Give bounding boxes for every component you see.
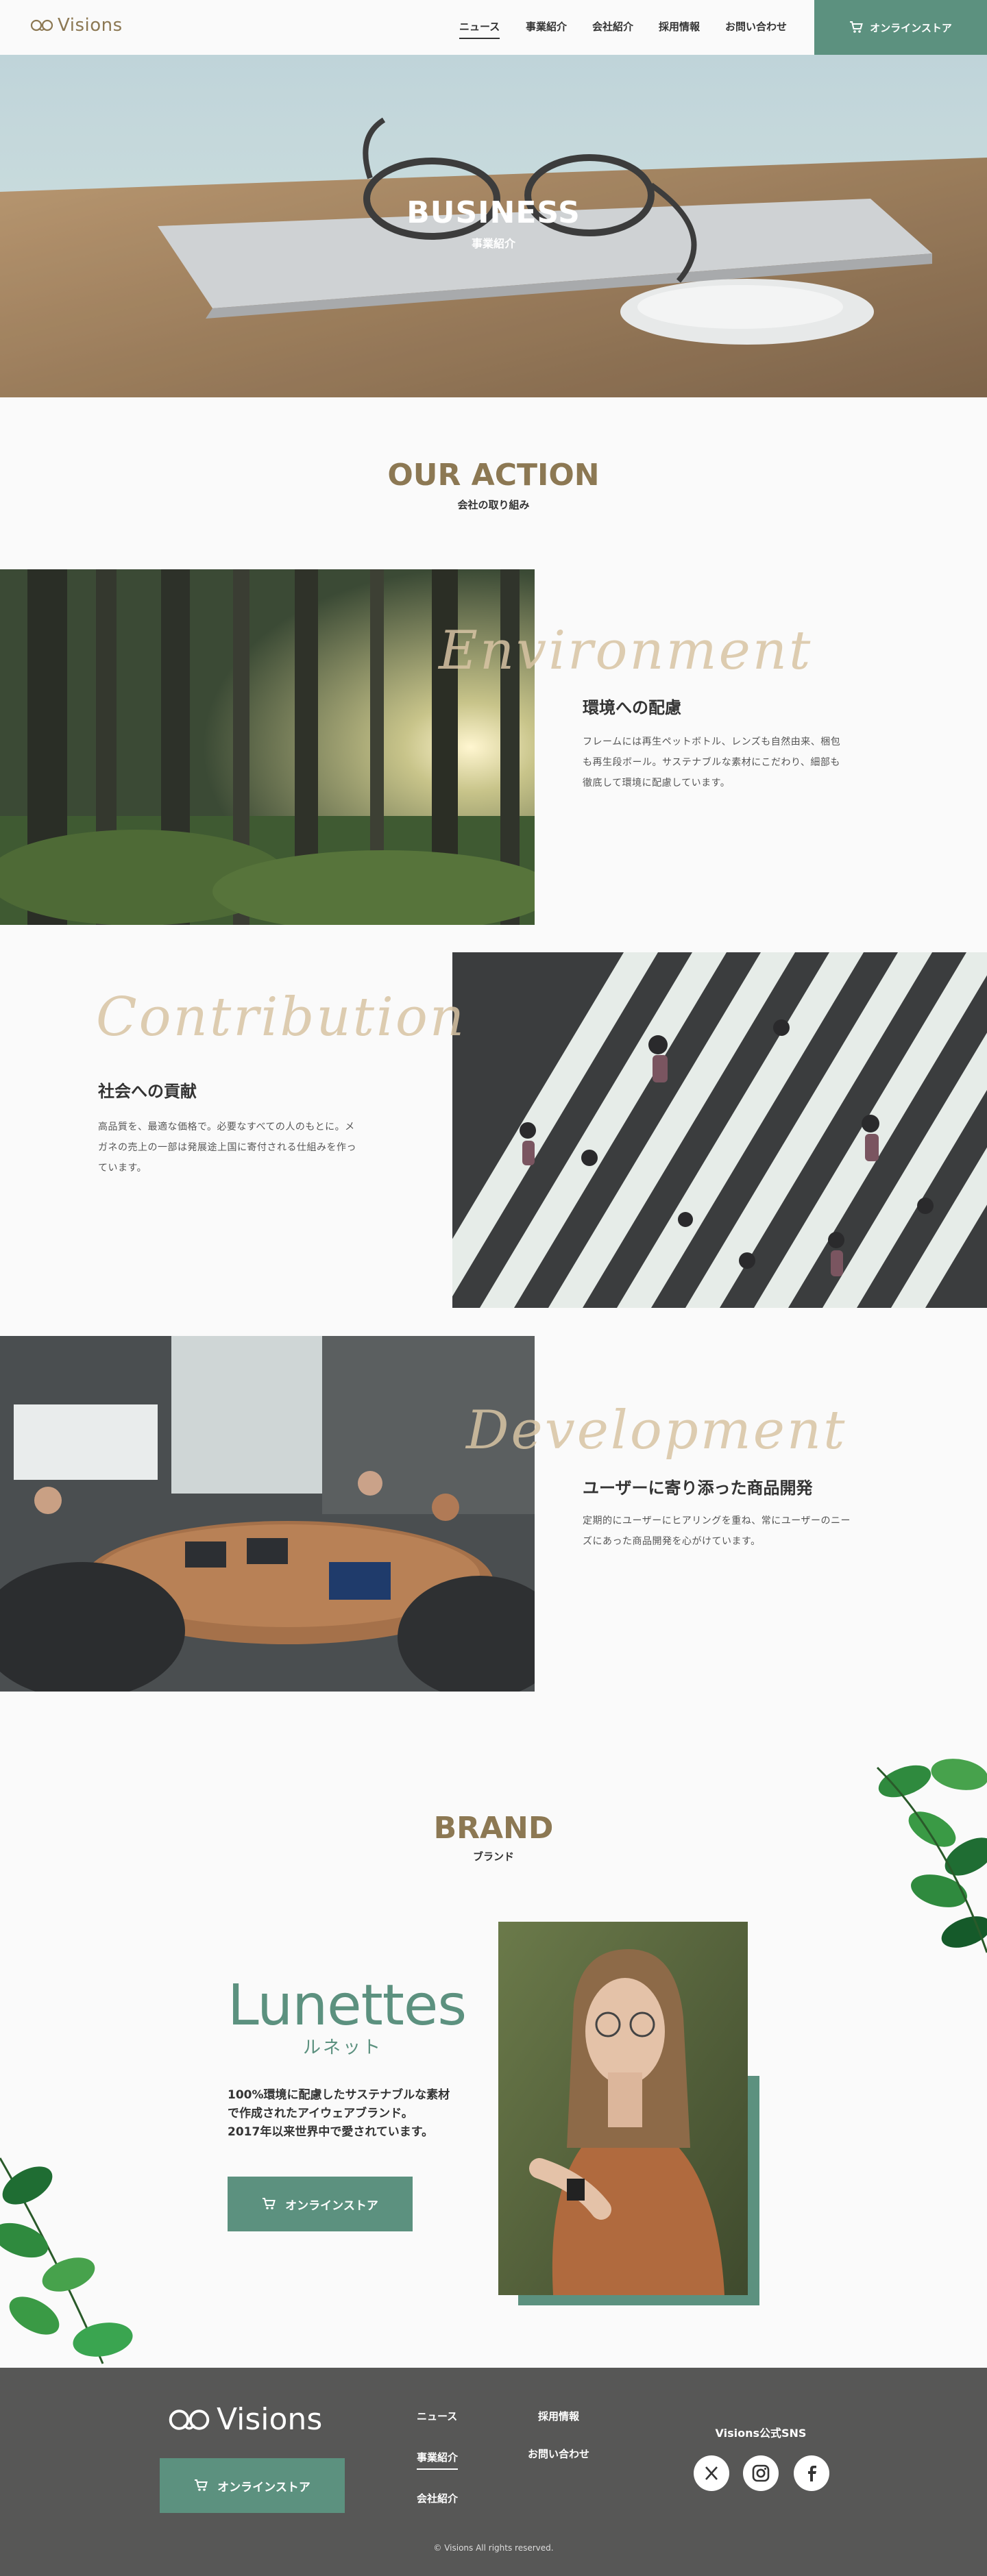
online-store-label: オンラインストア	[870, 21, 952, 34]
meeting-photo	[0, 1336, 535, 1692]
environment-text: フレームには再生ペットボトル、レンズも自然由来、梱包 も再生段ボール。サステナブ…	[583, 736, 841, 789]
copyright: © Visions All rights reserved.	[433, 2543, 554, 2553]
action-title: OUR ACTION	[387, 458, 600, 493]
environment-heading: 環境への配慮	[583, 698, 681, 717]
footer-link-business[interactable]: 事業紹介	[417, 2450, 459, 2470]
action-subtitle: 会社の取り組み	[457, 499, 530, 511]
cart-icon	[195, 2479, 208, 2491]
site-footer: Visions オンラインストア ニュース 事業紹介 会社紹介 採用情報 お問い…	[0, 2368, 987, 2576]
nav-contact[interactable]: お問い合わせ	[725, 19, 787, 38]
nav-recruit[interactable]: 採用情報	[659, 19, 700, 38]
glasses-heart-icon	[169, 2409, 210, 2430]
sns-title: Visions公式SNS	[715, 2427, 807, 2440]
hero-title: BUSINESS	[406, 195, 581, 230]
nav-company[interactable]: 会社紹介	[592, 19, 633, 38]
brand-name: Lunettes	[228, 1973, 467, 2038]
cart-icon	[263, 2198, 276, 2209]
instagram-icon[interactable]	[743, 2455, 779, 2491]
model-photo	[498, 1922, 748, 2295]
footer-link-contact[interactable]: お問い合わせ	[528, 2447, 589, 2465]
contribution-script-text: Contribution	[96, 987, 467, 1048]
development-script-text: Development	[466, 1400, 847, 1461]
development-heading: ユーザーに寄り添った商品開発	[583, 1478, 813, 1498]
brand-title: BRAND	[433, 1811, 554, 1846]
hero-subtitle: 事業紹介	[471, 237, 515, 250]
cart-icon	[850, 21, 863, 33]
brand-name-kana: ルネット	[303, 2038, 383, 2058]
brand-store-label: オンラインストア	[285, 2199, 378, 2213]
contribution-text: 高品質を、最適な価格で。必要なすべての人のもとに。メ ガネの売上の一部は発展途上…	[98, 1122, 356, 1174]
contribution-heading: 社会への貢献	[98, 1082, 197, 1101]
footer-logo[interactable]: Visions	[167, 2402, 322, 2437]
footer-link-news[interactable]: ニュース	[417, 2409, 457, 2427]
footer-store-label: オンラインストア	[217, 2480, 310, 2494]
hero-banner: BUSINESS 事業紹介	[0, 55, 987, 397]
brand-subtitle: ブランド	[472, 1850, 514, 1863]
development-text: 定期的にユーザーにヒアリングを重ね、常にユーザーのニー ズにあった商品開発を心が…	[583, 1515, 851, 1547]
online-store-button[interactable]: オンラインストア	[814, 0, 987, 55]
facebook-icon[interactable]	[794, 2455, 829, 2491]
environment-script-text: Environment	[439, 620, 813, 682]
glasses-heart-icon	[30, 19, 53, 32]
crosswalk-photo	[452, 952, 987, 1308]
site-header: Visions ニュース 事業紹介 会社紹介 採用情報 お問い合わせ オンライン…	[0, 0, 987, 55]
leaves-decoration-bottom	[0, 2157, 133, 2364]
footer-link-company[interactable]: 会社紹介	[417, 2491, 458, 2510]
brand-store-button[interactable]: オンラインストア	[228, 2177, 413, 2231]
footer-logo-text: Visions	[217, 2402, 323, 2437]
footer-store-button[interactable]: オンラインストア	[160, 2458, 345, 2513]
nav-news[interactable]: ニュース	[459, 19, 500, 39]
logo-text: Visions	[58, 15, 123, 36]
nav-business[interactable]: 事業紹介	[526, 19, 567, 38]
x-icon[interactable]	[694, 2455, 729, 2491]
site-logo[interactable]: Visions	[30, 15, 123, 36]
footer-link-recruit[interactable]: 採用情報	[538, 2409, 579, 2427]
brand-description: 100%環境に配慮したサステナブルな素材 で作成されたアイウェアブランド。 20…	[228, 2088, 450, 2139]
